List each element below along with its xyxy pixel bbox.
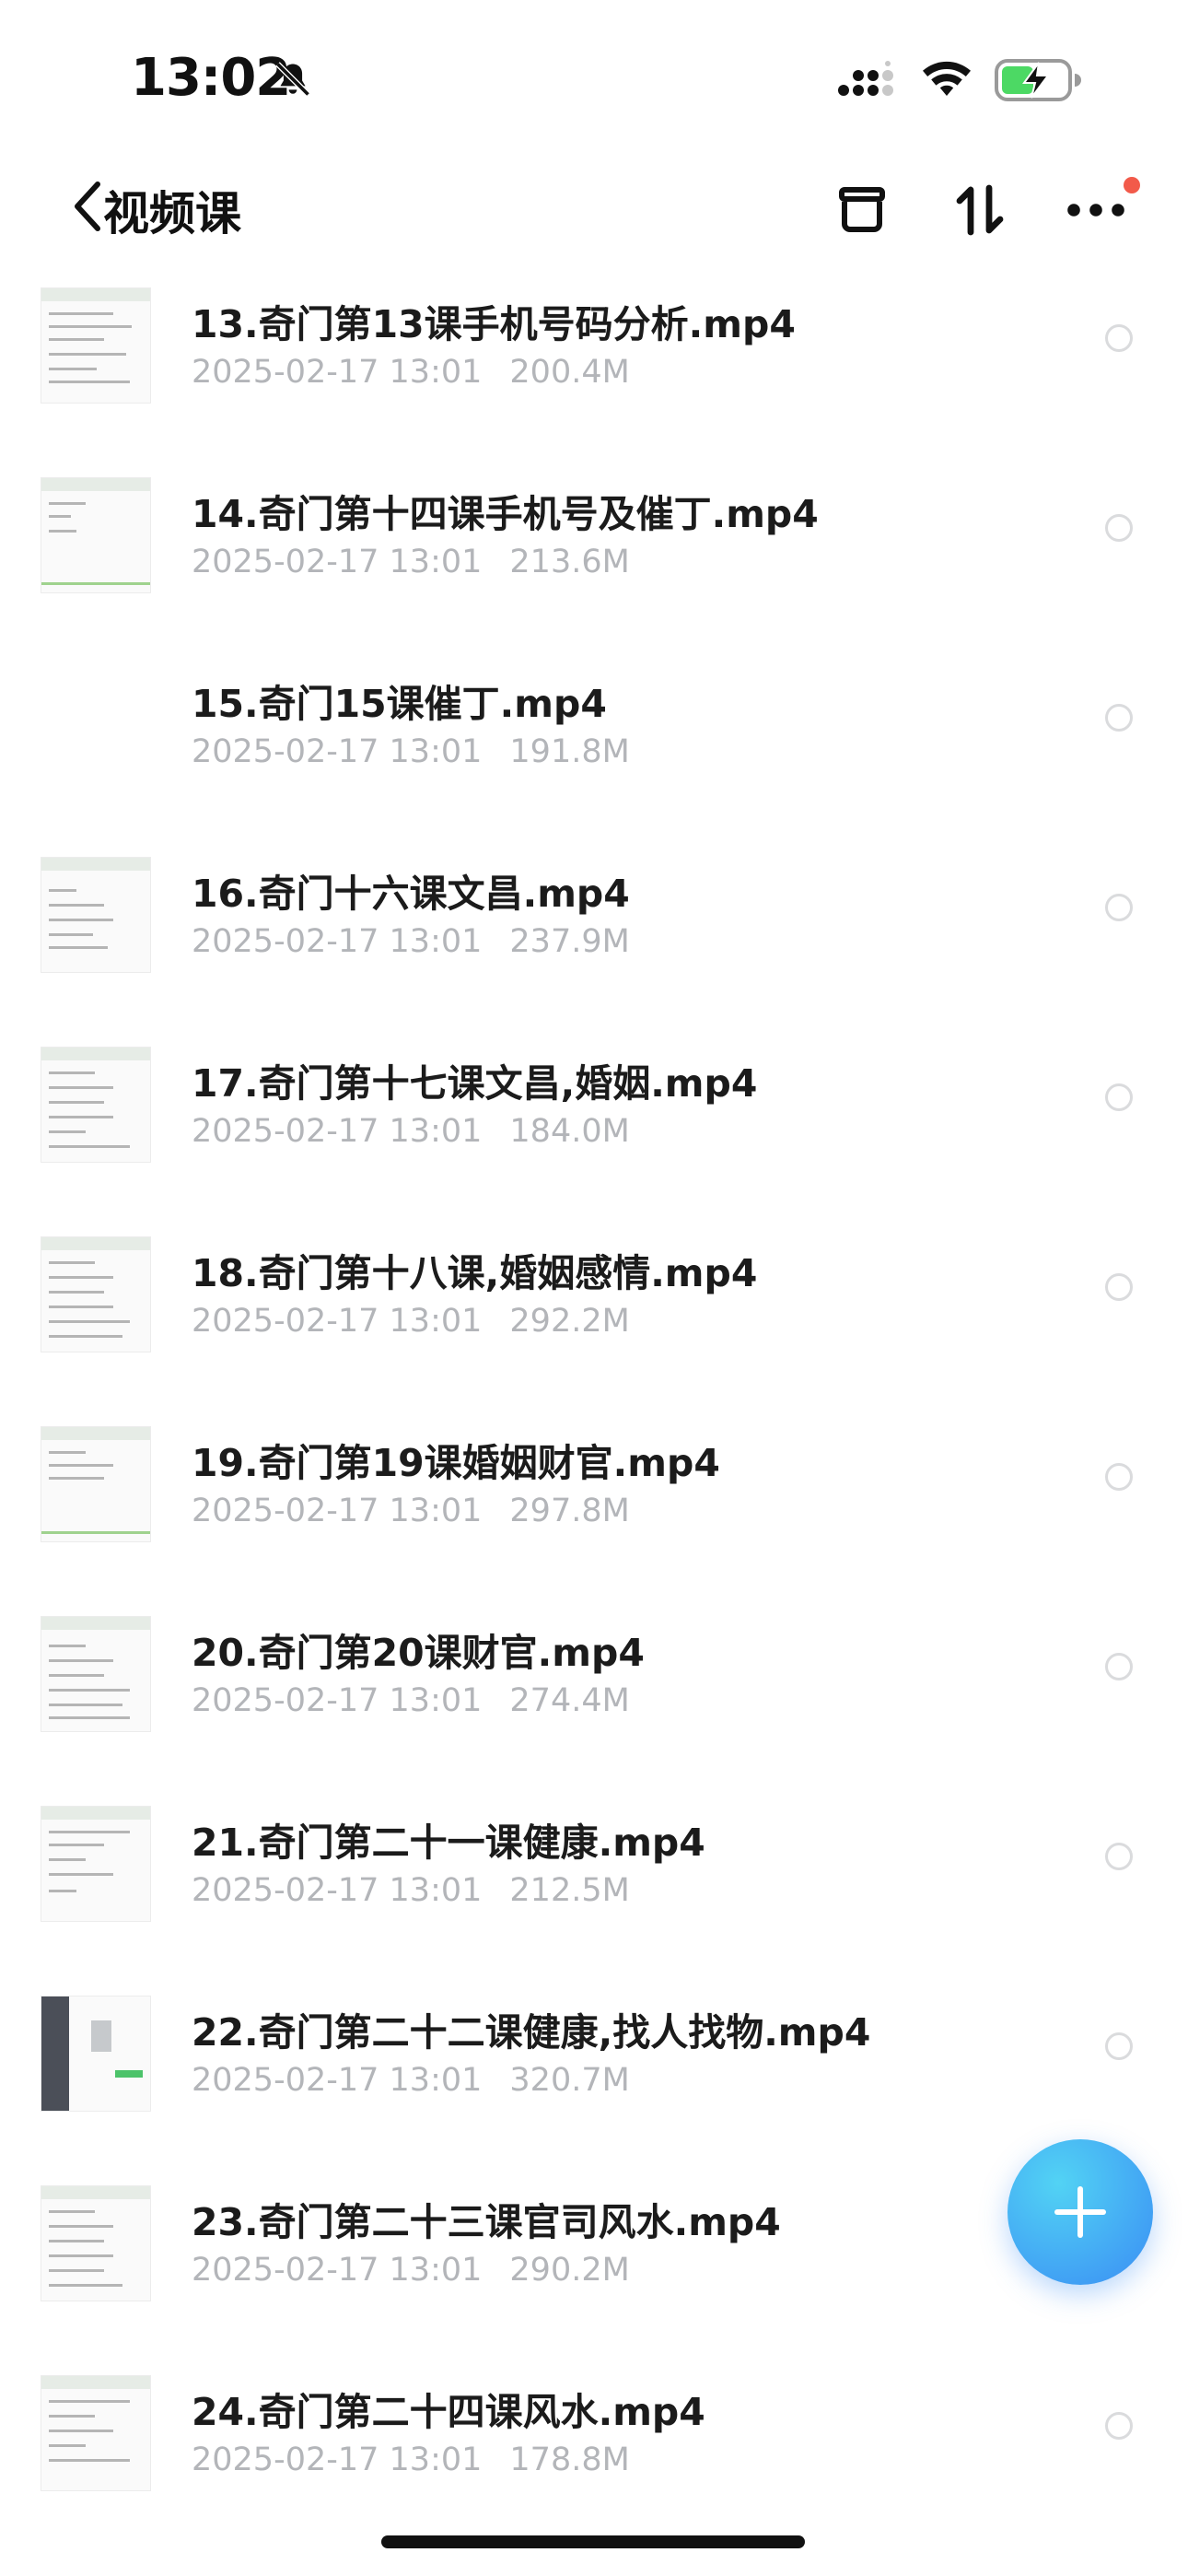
file-row[interactable]: 14.奇门第十四课手机号及催丁.mp4 2025-02-17 13:01 213.… xyxy=(0,457,1188,647)
select-radio[interactable] xyxy=(1105,704,1133,732)
file-meta: 2025-02-17 13:01 184.0M xyxy=(192,1113,630,1150)
file-thumbnail xyxy=(41,287,151,404)
select-radio[interactable] xyxy=(1105,2412,1133,2440)
file-size: 297.8M xyxy=(509,1493,630,1529)
file-size: 237.9M xyxy=(509,923,630,960)
select-radio[interactable] xyxy=(1105,1083,1133,1111)
select-radio[interactable] xyxy=(1105,894,1133,921)
file-row[interactable]: 20.奇门第20课财官.mp4 2025-02-17 13:01 274.4M xyxy=(0,1596,1188,1786)
file-date: 2025-02-17 13:01 xyxy=(192,1872,483,1909)
file-name: 18.奇门第十八课,婚姻感情.mp4 xyxy=(192,1251,758,1295)
file-thumbnail xyxy=(41,477,151,593)
select-radio[interactable] xyxy=(1105,1653,1133,1680)
back-button-label[interactable]: 视频课 xyxy=(103,177,241,243)
file-meta: 2025-02-17 13:01 200.4M xyxy=(192,354,630,391)
file-meta: 2025-02-17 13:01 178.8M xyxy=(192,2441,630,2478)
file-date: 2025-02-17 13:01 xyxy=(192,1113,483,1150)
file-name: 16.奇门十六课文昌.mp4 xyxy=(192,872,630,916)
box-icon[interactable] xyxy=(833,181,891,240)
file-meta: 2025-02-17 13:01 274.4M xyxy=(192,1682,630,1719)
file-meta: 2025-02-17 13:01 191.8M xyxy=(192,733,630,770)
nav-bar: 视频课 xyxy=(0,157,1188,258)
file-thumbnail xyxy=(41,2185,151,2301)
file-name: 22.奇门第二十二课健康,找人找物.mp4 xyxy=(192,2010,871,2055)
file-thumbnail xyxy=(41,857,151,973)
file-name: 15.奇门15课催丁.mp4 xyxy=(192,682,607,726)
file-date: 2025-02-17 13:01 xyxy=(192,2062,483,2099)
file-date: 2025-02-17 13:01 xyxy=(192,354,483,391)
file-name: 21.奇门第二十一课健康.mp4 xyxy=(192,1821,705,1865)
battery-charging-icon xyxy=(995,59,1081,101)
file-row[interactable]: 15.奇门15课催丁.mp4 2025-02-17 13:01 191.8M xyxy=(0,647,1188,837)
file-size: 178.8M xyxy=(509,2441,630,2478)
wifi-icon xyxy=(923,61,971,96)
file-size: 184.0M xyxy=(509,1113,630,1150)
file-row[interactable]: 18.奇门第十八课,婚姻感情.mp4 2025-02-17 13:01 292.2… xyxy=(0,1216,1188,1406)
file-row[interactable]: 19.奇门第19课婚姻财官.mp4 2025-02-17 13:01 297.8M xyxy=(0,1406,1188,1596)
file-size: 200.4M xyxy=(509,354,630,391)
file-thumbnail xyxy=(41,2375,151,2491)
file-name: 17.奇门第十七课文昌,婚姻.mp4 xyxy=(192,1061,758,1106)
file-row[interactable]: 13.奇门第13课手机号码分析.mp4 2025-02-17 13:01 200.… xyxy=(0,267,1188,457)
select-radio[interactable] xyxy=(1105,514,1133,542)
file-date: 2025-02-17 13:01 xyxy=(192,544,483,580)
file-name: 13.奇门第13课手机号码分析.mp4 xyxy=(192,302,796,346)
file-name: 24.奇门第二十四课风水.mp4 xyxy=(192,2390,705,2434)
file-size: 191.8M xyxy=(509,733,630,770)
file-size: 274.4M xyxy=(509,1682,630,1719)
file-size: 213.6M xyxy=(509,544,630,580)
file-meta: 2025-02-17 13:01 237.9M xyxy=(192,923,630,960)
file-meta: 2025-02-17 13:01 297.8M xyxy=(192,1493,630,1529)
file-row[interactable]: 16.奇门十六课文昌.mp4 2025-02-17 13:01 237.9M xyxy=(0,837,1188,1026)
file-row[interactable]: 17.奇门第十七课文昌,婚姻.mp4 2025-02-17 13:01 184.0… xyxy=(0,1026,1188,1216)
file-size: 292.2M xyxy=(509,1303,630,1340)
file-meta: 2025-02-17 13:01 292.2M xyxy=(192,1303,630,1340)
more-icon[interactable] xyxy=(1059,181,1133,240)
file-size: 212.5M xyxy=(509,1872,630,1909)
file-date: 2025-02-17 13:01 xyxy=(192,733,483,770)
select-radio[interactable] xyxy=(1105,1843,1133,1870)
select-radio[interactable] xyxy=(1105,1463,1133,1491)
file-thumbnail xyxy=(41,1047,151,1163)
file-meta: 2025-02-17 13:01 290.2M xyxy=(192,2252,630,2289)
notification-dot xyxy=(1124,177,1140,193)
chevron-left-icon[interactable] xyxy=(70,179,103,234)
home-indicator[interactable] xyxy=(381,2535,805,2548)
cellular-signal-icon xyxy=(838,61,893,96)
file-thumbnail xyxy=(41,1996,151,2112)
file-date: 2025-02-17 13:01 xyxy=(192,923,483,960)
file-date: 2025-02-17 13:01 xyxy=(192,1303,483,1340)
file-size: 320.7M xyxy=(509,2062,630,2099)
file-thumbnail xyxy=(41,1616,151,1732)
file-date: 2025-02-17 13:01 xyxy=(192,2252,483,2289)
sort-icon[interactable] xyxy=(950,181,1009,240)
file-row[interactable]: 21.奇门第二十一课健康.mp4 2025-02-17 13:01 212.5M xyxy=(0,1786,1188,1975)
file-date: 2025-02-17 13:01 xyxy=(192,2441,483,2478)
select-radio[interactable] xyxy=(1105,2032,1133,2060)
file-size: 290.2M xyxy=(509,2252,630,2289)
file-row[interactable]: 24.奇门第二十四课风水.mp4 2025-02-17 13:01 178.8M xyxy=(0,2355,1188,2545)
file-thumbnail xyxy=(41,667,149,781)
bell-muted-icon xyxy=(275,62,310,97)
file-thumbnail xyxy=(41,1806,151,1922)
file-name: 19.奇门第19课婚姻财官.mp4 xyxy=(192,1441,720,1485)
status-time: 13:02 xyxy=(131,48,291,108)
add-button[interactable] xyxy=(1007,2139,1153,2285)
file-thumbnail xyxy=(41,1236,151,1352)
file-meta: 2025-02-17 13:01 213.6M xyxy=(192,544,630,580)
file-thumbnail xyxy=(41,1426,151,1542)
file-name: 20.奇门第20课财官.mp4 xyxy=(192,1631,645,1675)
file-date: 2025-02-17 13:01 xyxy=(192,1493,483,1529)
file-meta: 2025-02-17 13:01 320.7M xyxy=(192,2062,630,2099)
file-date: 2025-02-17 13:01 xyxy=(192,1682,483,1719)
file-meta: 2025-02-17 13:01 212.5M xyxy=(192,1872,630,1909)
select-radio[interactable] xyxy=(1105,324,1133,352)
status-bar: 13:02 xyxy=(0,0,1188,147)
file-row[interactable]: 22.奇门第二十二课健康,找人找物.mp4 2025-02-17 13:01 32… xyxy=(0,1975,1188,2165)
file-name: 14.奇门第十四课手机号及催丁.mp4 xyxy=(192,492,819,536)
select-radio[interactable] xyxy=(1105,1273,1133,1301)
file-name: 23.奇门第二十三课官司风水.mp4 xyxy=(192,2200,781,2244)
